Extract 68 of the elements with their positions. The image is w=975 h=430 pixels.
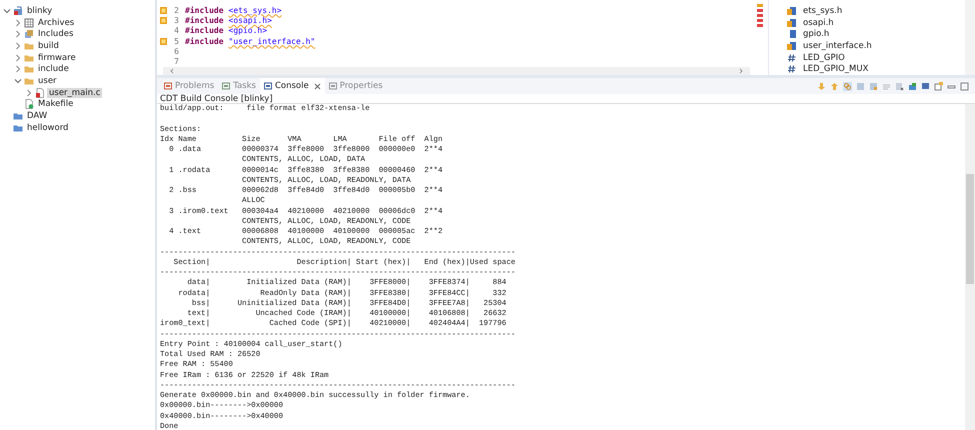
tree-item[interactable]: user	[36, 76, 59, 86]
c-file-icon	[35, 88, 45, 98]
close-icon[interactable]	[314, 82, 321, 90]
project-icon	[13, 6, 23, 16]
tree-item[interactable]: Includes	[36, 29, 76, 40]
chevron-right-icon[interactable]	[14, 65, 22, 74]
chevron-right-icon[interactable]	[14, 54, 22, 62]
file-icon	[24, 99, 34, 110]
horizontal-scrollbar[interactable]	[163, 66, 750, 75]
outline-item[interactable]: gpio.h	[803, 29, 830, 40]
preprocessor-directive: #include	[185, 16, 224, 25]
chevron-right-icon[interactable]	[14, 30, 22, 38]
preprocessor-directive: #include	[185, 36, 224, 46]
tree-item[interactable]: Makefile	[36, 99, 76, 110]
grid-icon	[24, 18, 34, 28]
include-path: <osapi.h>	[228, 16, 272, 25]
folder-icon	[24, 64, 34, 74]
folder-icon	[13, 122, 23, 133]
lines-icon[interactable]	[882, 82, 891, 90]
library-icon	[24, 29, 34, 40]
include-path: "user_interface.h"	[228, 36, 316, 46]
folder-icon	[24, 40, 34, 51]
preprocessor-directive: #include	[185, 26, 224, 36]
tree-item[interactable]: include	[36, 64, 71, 74]
vertical-scrollbar[interactable]	[965, 0, 975, 75]
line-number: 7	[173, 57, 179, 66]
line-number: 2	[173, 6, 179, 15]
chevron-right-icon[interactable]	[14, 42, 22, 50]
view-tab[interactable]: Console	[260, 78, 325, 94]
line-number: 4	[173, 26, 179, 36]
tree-item[interactable]: Archives	[36, 18, 76, 28]
outline-item[interactable]: LED_GPIO_MUX	[803, 64, 868, 74]
chevron-right-icon[interactable]	[25, 88, 33, 97]
folder-icon	[24, 76, 34, 86]
tree-item[interactable]: helloword	[25, 122, 70, 133]
down-arrow-icon[interactable]	[817, 82, 826, 90]
vertical-scrollbar[interactable]	[965, 104, 975, 430]
tree-item[interactable]: blinky	[25, 6, 54, 16]
maximize-icon[interactable]	[960, 82, 969, 90]
new-window-icon[interactable]	[934, 82, 943, 90]
chevron-right-icon[interactable]	[738, 68, 744, 74]
line-number: 3	[173, 16, 179, 25]
outline-item[interactable]: LED_GPIO	[803, 52, 845, 63]
chevron-left-icon[interactable]	[169, 68, 175, 74]
chevron-down-icon[interactable]	[3, 6, 11, 15]
line-number: 5	[173, 36, 179, 46]
line-number: 6	[173, 46, 179, 56]
chevron-down-icon[interactable]	[14, 76, 22, 85]
document-icon[interactable]	[895, 82, 904, 90]
link-icon[interactable]	[843, 82, 852, 90]
hash-icon	[787, 52, 797, 63]
include-path: <gpio.h>	[228, 26, 268, 36]
hash-icon	[787, 64, 797, 74]
tree-item[interactable]: firmware	[36, 52, 78, 63]
chevron-right-icon[interactable]	[14, 18, 22, 27]
header-file-icon	[787, 29, 797, 40]
tree-item[interactable]: DAW	[25, 111, 50, 122]
folder-icon	[13, 111, 23, 122]
up-arrow-icon[interactable]	[830, 82, 839, 90]
tree-item[interactable]: user_main.c	[47, 88, 102, 98]
outline-item[interactable]: user_interface.h	[803, 40, 872, 51]
tree-item[interactable]: build	[36, 40, 61, 51]
outline-item[interactable]: ets_sys.h	[803, 6, 842, 16]
folder-icon	[24, 52, 34, 63]
outline-item[interactable]: osapi.h	[803, 18, 834, 28]
console-title: CDT Build Console [blinky]	[157, 94, 975, 104]
include-path: <ets_sys.h>	[228, 6, 282, 15]
preprocessor-directive: #include	[185, 6, 224, 15]
